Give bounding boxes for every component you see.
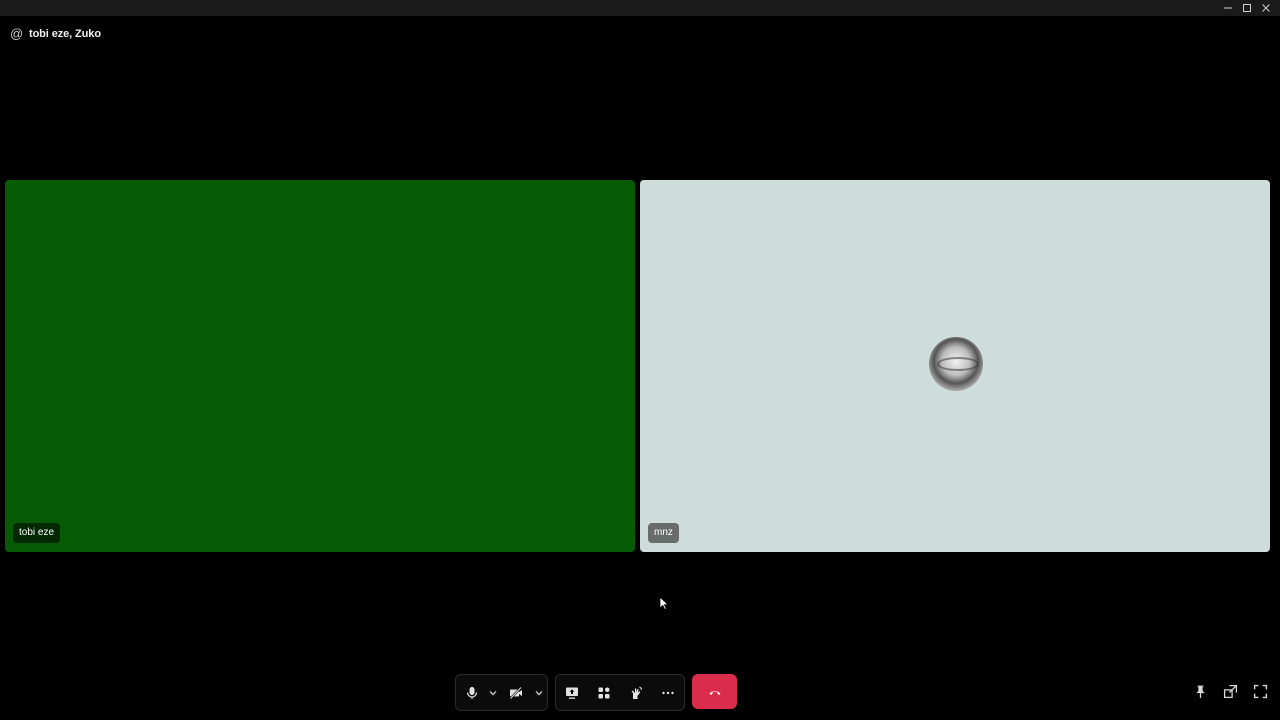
end-call-icon [709,690,720,695]
avatar [929,337,983,391]
title-bar [0,0,1280,16]
chevron-down-icon [535,690,543,695]
soundboard-icon [631,686,642,699]
microphone-icon [466,686,478,699]
camera-button[interactable] [498,675,534,710]
maximize-icon[interactable] [1238,0,1255,16]
camera-off-icon [509,686,522,699]
participant-name-tag: tobi eze [13,523,61,543]
soundboard-button[interactable] [620,675,652,710]
pop-out-button[interactable] [1222,682,1238,700]
share-screen-button[interactable] [556,675,588,710]
pop-out-icon [1223,684,1237,698]
activities-button[interactable] [588,675,620,710]
window-controls [1219,0,1274,16]
fullscreen-button[interactable] [1252,682,1268,700]
pin-button[interactable] [1192,682,1208,700]
more-icon [662,691,674,694]
call-title: tobi eze, Zuko [29,28,101,40]
at-icon: @ [10,26,24,41]
call-action-controls [555,674,685,711]
view-tools [1192,682,1268,700]
end-call-button[interactable] [692,674,737,709]
call-header: @ tobi eze, Zuko [10,26,101,42]
camera-options-button[interactable] [534,675,544,710]
participant-name-tag: mnz [648,523,679,543]
close-icon[interactable] [1257,0,1274,16]
chevron-down-icon [489,690,497,695]
fullscreen-icon [1253,684,1267,698]
pin-icon [1195,685,1205,698]
minimize-icon[interactable] [1219,0,1236,16]
audio-video-controls [455,674,548,711]
more-options-button[interactable] [652,675,684,710]
video-tile-tobi-eze[interactable]: tobi eze [5,180,635,552]
screen-share-icon [566,687,578,699]
mouse-cursor-icon [659,596,669,610]
microphone-options-button[interactable] [488,675,498,710]
call-window: @ tobi eze, Zuko tobi eze mnz [0,0,1280,720]
video-tile-mnz[interactable]: mnz [640,180,1270,552]
activities-icon [598,687,610,698]
microphone-button[interactable] [456,675,488,710]
